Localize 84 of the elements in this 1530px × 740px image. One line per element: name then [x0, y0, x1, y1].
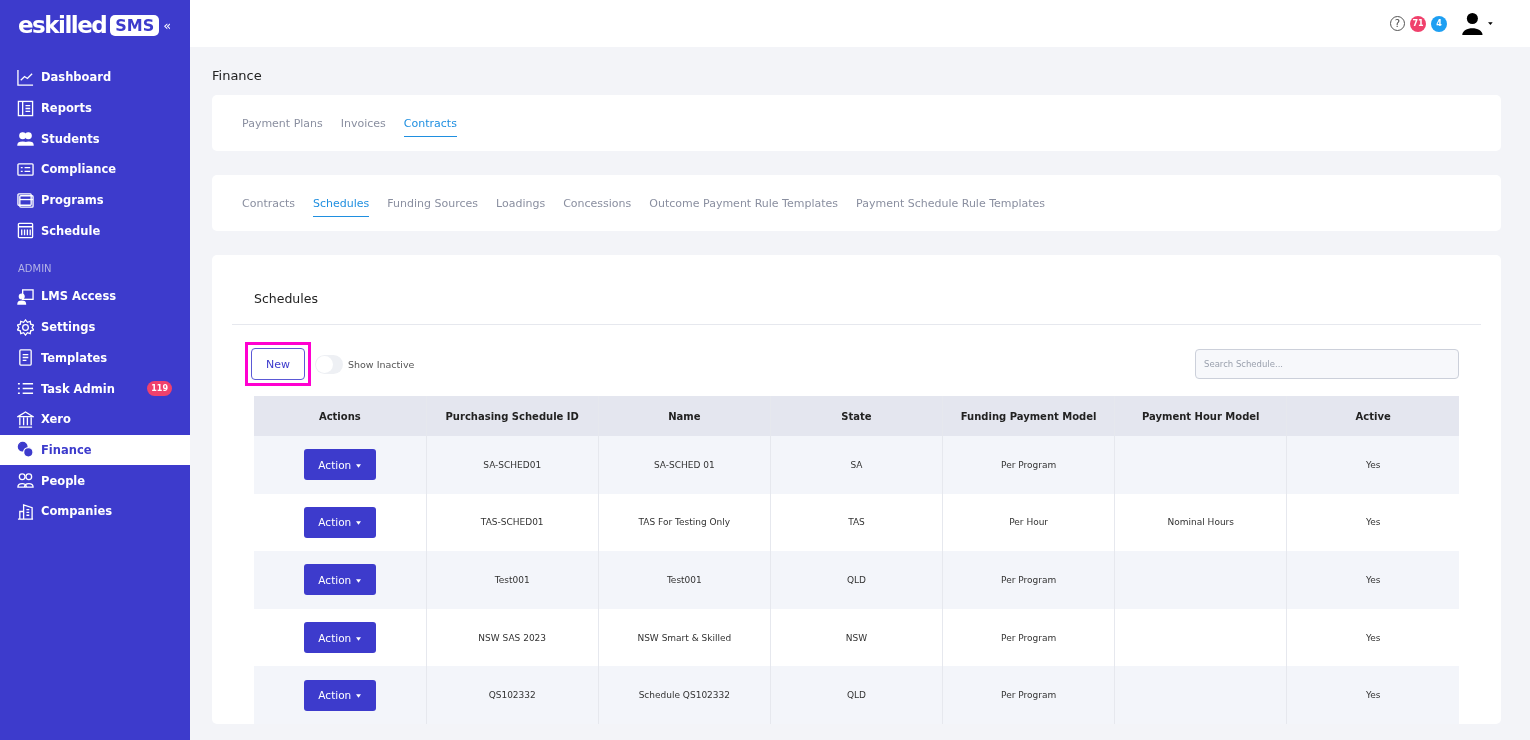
user-menu-icon[interactable] — [1460, 11, 1494, 36]
active-cell: Yes — [1286, 608, 1459, 667]
presenter-icon — [17, 287, 34, 305]
column-header: Name — [598, 396, 771, 436]
bank-icon — [17, 410, 34, 428]
sidebar-item[interactable]: Xero — [0, 403, 190, 435]
action-dropdown-button[interactable]: Action — [303, 679, 376, 711]
tab[interactable]: Contracts — [403, 109, 457, 137]
caret-icon — [356, 636, 362, 641]
column-header: Actions — [254, 396, 427, 436]
panel-title: Schedules — [232, 255, 1481, 325]
sidebar-item[interactable]: Finance — [0, 434, 190, 466]
state-cell: QLD — [770, 551, 943, 609]
funding-model-cell: Per Program — [942, 551, 1115, 609]
people-icon — [17, 472, 34, 490]
sidebar-item[interactable]: Companies — [0, 495, 190, 527]
caret-icon — [356, 694, 362, 699]
state-cell: TAS — [770, 493, 943, 552]
schedule-id-cell: Test001 — [426, 551, 599, 609]
building-icon — [17, 502, 34, 520]
sidebar-item[interactable]: Settings — [0, 311, 190, 343]
schedule-id-cell: SA-SCHED01 — [426, 436, 599, 494]
column-header: Payment Hour Model — [1114, 396, 1287, 436]
sidebar-item[interactable]: Reports — [0, 92, 190, 124]
windows-icon — [17, 191, 34, 209]
section-heading: ADMIN — [17, 262, 53, 277]
collapse-button[interactable]: « — [163, 17, 172, 33]
state-cell: SA — [770, 436, 943, 494]
toggle-label: Show Inactive — [348, 358, 415, 370]
column-header: State — [770, 396, 943, 436]
users-icon — [17, 130, 34, 148]
caret-icon — [356, 463, 362, 468]
funding-model-cell: Per Program — [942, 608, 1115, 667]
sidebar-item[interactable]: Programs — [0, 184, 190, 216]
line-chart-icon — [17, 68, 34, 86]
state-cell: QLD — [770, 666, 943, 724]
active-cell: Yes — [1286, 493, 1459, 552]
funding-model-cell: Per Hour — [942, 493, 1115, 552]
sidebar-item[interactable]: LMS Access — [0, 281, 190, 312]
name-cell: TAS For Testing Only — [598, 493, 771, 552]
sidebar-item[interactable]: Students — [0, 123, 190, 155]
tab[interactable]: Schedules — [313, 189, 370, 217]
state-cell: NSW — [770, 608, 943, 667]
funding-model-cell: Per Program — [942, 666, 1115, 724]
logo-wordmark: eskilled — [18, 12, 107, 38]
action-dropdown-button[interactable]: Action — [303, 449, 376, 481]
name-cell: SA-SCHED 01 — [598, 436, 771, 494]
report-icon — [17, 99, 34, 117]
sidebar-item[interactable]: Dashboard — [0, 62, 190, 93]
new-button[interactable]: New — [251, 348, 305, 380]
active-cell: Yes — [1286, 436, 1459, 494]
search-field[interactable]: Search Schedule... — [1195, 349, 1459, 379]
column-header: Funding Payment Model — [942, 396, 1115, 436]
active-cell: Yes — [1286, 551, 1459, 609]
calendar-icon — [17, 222, 34, 240]
sidebar-item[interactable]: Templates — [0, 342, 190, 374]
name-cell: Schedule QS102332 — [598, 666, 771, 724]
funding-model-cell: Per Program — [942, 436, 1115, 494]
schedule-id-cell: TAS-SCHED01 — [426, 493, 599, 552]
name-cell: NSW Smart & Skilled — [598, 608, 771, 667]
document-icon — [17, 349, 34, 367]
checklist-icon — [17, 160, 34, 178]
sidebar-item[interactable]: People — [0, 465, 190, 496]
column-header: Purchasing Schedule ID — [426, 396, 599, 436]
schedule-id-cell: QS102332 — [426, 666, 599, 724]
schedule-id-cell: NSW SAS 2023 — [426, 608, 599, 667]
caret-icon — [356, 521, 362, 526]
sidebar-item[interactable]: Compliance — [0, 154, 190, 185]
action-dropdown-button[interactable]: Action — [303, 622, 376, 654]
caret-icon — [356, 579, 362, 583]
coins-icon — [17, 441, 34, 459]
sidebar-item[interactable]: Task Admin 119 — [0, 373, 190, 404]
page-title: Finance — [212, 67, 263, 85]
sidebar-item[interactable]: Schedule — [0, 215, 190, 247]
logo-badge: SMS — [110, 14, 160, 36]
column-header: Active — [1286, 396, 1459, 436]
count-badge: 119 — [147, 381, 172, 397]
action-dropdown-button[interactable]: Action — [303, 506, 376, 538]
active-cell: Yes — [1286, 666, 1459, 724]
action-dropdown-button[interactable]: Action — [303, 564, 376, 596]
name-cell: Test001 — [598, 551, 771, 609]
hour-model-cell: Nominal Hours — [1114, 493, 1287, 552]
notification-badge[interactable]: 71 — [1410, 15, 1426, 32]
settings-icon — [17, 318, 34, 336]
